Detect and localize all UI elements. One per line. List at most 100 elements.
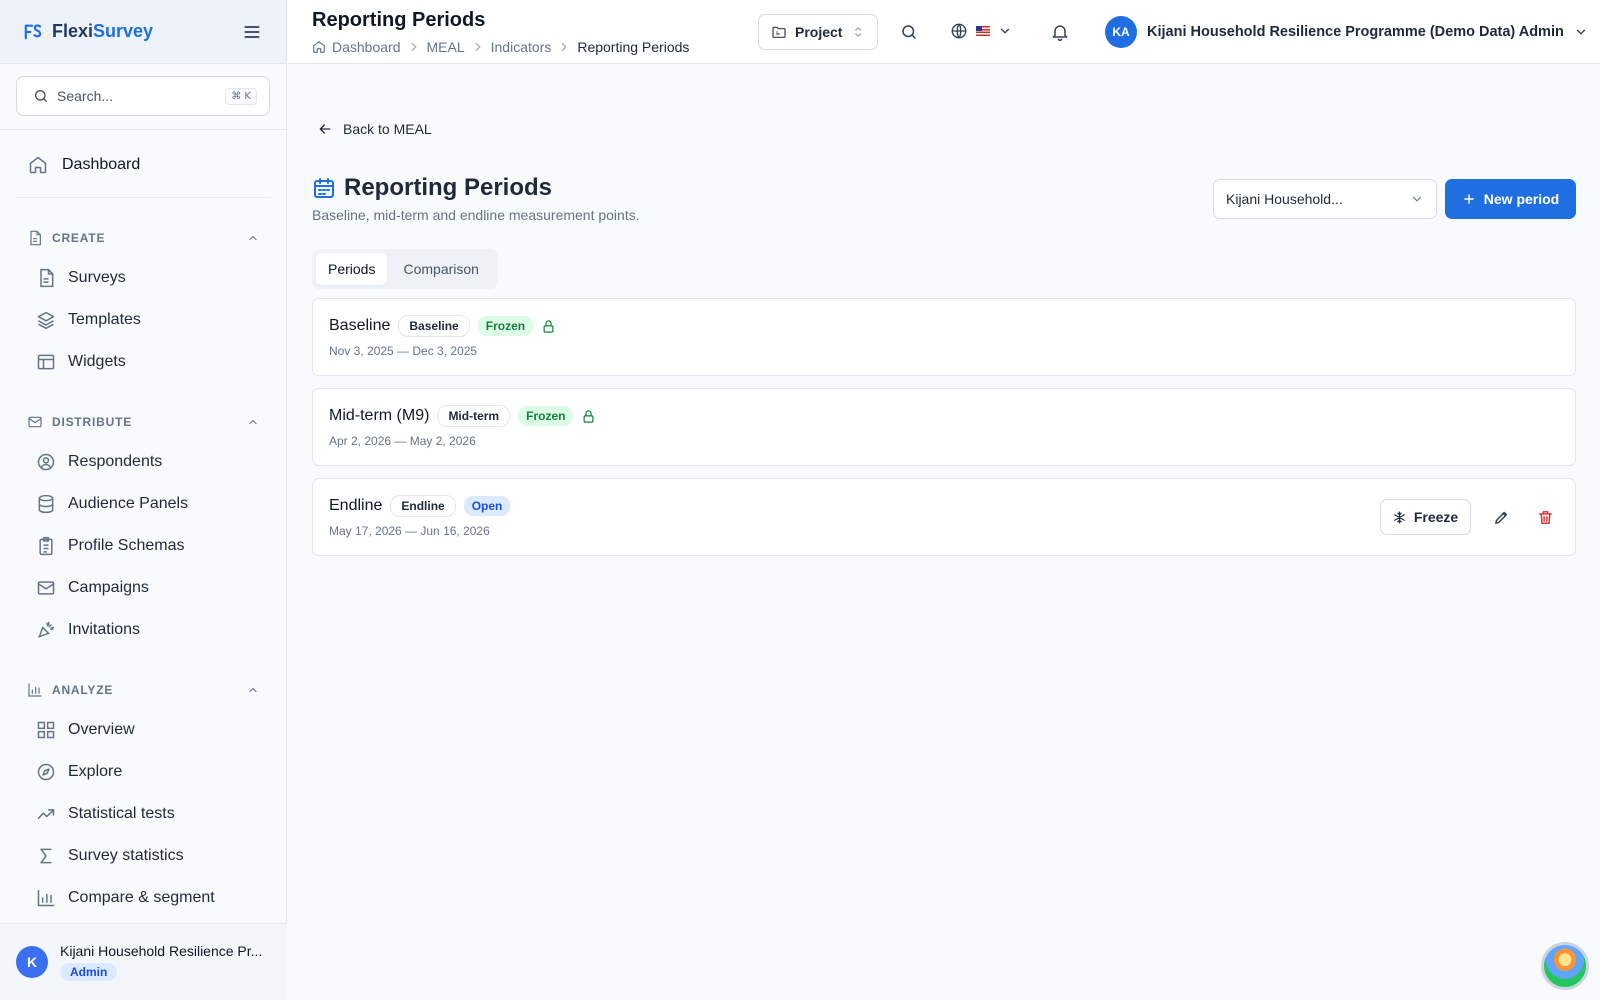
logo[interactable]: FlexiSurvey: [24, 21, 153, 42]
file-text-icon: [40, 268, 54, 288]
page-title-text: Reporting Periods: [344, 174, 553, 201]
language-switcher[interactable]: [950, 22, 1012, 40]
flexisurvey-logo-icon: [24, 23, 42, 39]
section-title: CREATE: [52, 231, 106, 245]
topbar: Reporting Periods Dashboard MEAL Indicat…: [288, 0, 1600, 64]
arrow-left-icon: [319, 124, 331, 134]
section-create-toggle[interactable]: CREATE: [27, 230, 259, 246]
back-link-label: Back to MEAL: [343, 121, 432, 137]
page-subtitle: Baseline, mid-term and endline measureme…: [312, 207, 640, 223]
tab-periods[interactable]: Periods: [316, 253, 388, 285]
sidebar-item-label: Dashboard: [62, 156, 141, 173]
period-dates: Nov 3, 2025 — Dec 3, 2025: [329, 344, 478, 358]
breadcrumb-indicators[interactable]: Indicators: [491, 39, 552, 55]
new-period-label: New period: [1483, 191, 1560, 207]
sidebar-item-label: Invitations: [68, 621, 141, 638]
globe-icon: [951, 23, 967, 39]
sidebar-item-compare-segment[interactable]: Compare & segment: [36, 888, 215, 908]
delete-button[interactable]: [1531, 503, 1559, 531]
sidebar-item-label: Explore: [68, 763, 123, 780]
period-header: Mid-term (M9) Mid-term Frozen: [329, 405, 596, 427]
sidebar-item-widgets[interactable]: Widgets: [36, 352, 126, 372]
project-select-value: Kijani Household...: [1226, 191, 1343, 207]
sidebar-item-explore[interactable]: Explore: [36, 762, 122, 782]
sigma-icon: [40, 848, 52, 864]
sidebar-search-input[interactable]: Search... ⌘ K: [16, 76, 270, 116]
period-header: Endline Endline Open: [329, 495, 511, 517]
sidebar: FlexiSurvey Search... ⌘ K Dashboard CREA…: [0, 0, 287, 1000]
period-dates: Apr 2, 2026 — May 2, 2026: [329, 434, 476, 448]
avatar: KA: [1105, 16, 1137, 48]
search-placeholder: Search...: [57, 88, 114, 104]
tab-comparison[interactable]: Comparison: [391, 253, 490, 285]
chevron-down-icon: [1000, 28, 1010, 34]
period-header: Baseline Baseline Frozen: [329, 315, 556, 337]
edit-button[interactable]: [1487, 503, 1515, 531]
tabs: Periods Comparison: [312, 249, 498, 289]
lock-icon: [583, 409, 594, 423]
sidebar-item-respondents[interactable]: Respondents: [36, 452, 162, 472]
section-title: ANALYZE: [52, 683, 114, 697]
section-analyze-toggle[interactable]: ANALYZE: [27, 682, 259, 698]
period-card-mid-term[interactable]: Mid-term (M9) Mid-term Frozen Apr 2, 202…: [312, 388, 1576, 466]
section-distribute-toggle[interactable]: DISTRIBUTE: [27, 414, 259, 430]
bell-icon[interactable]: [1050, 22, 1070, 42]
breadcrumb-current: Reporting Periods: [577, 39, 690, 55]
sidebar-item-label: Compare & segment: [68, 889, 215, 906]
period-card-baseline[interactable]: Baseline Baseline Frozen Nov 3, 2025 — D…: [312, 298, 1576, 376]
bar-chart-icon: [28, 683, 42, 697]
period-name: Mid-term (M9): [329, 407, 430, 424]
sidebar-item-dashboard[interactable]: Dashboard: [28, 155, 140, 175]
sidebar-item-invitations[interactable]: Invitations: [36, 620, 140, 640]
sidebar-item-label: Overview: [68, 721, 135, 738]
mail-icon: [37, 581, 55, 595]
breadcrumb-dashboard[interactable]: Dashboard: [332, 39, 401, 55]
chevron-down-icon: [1576, 29, 1585, 35]
snowflake-icon: [1394, 510, 1405, 524]
new-period-button[interactable]: New period: [1445, 179, 1576, 219]
period-name: Baseline: [329, 317, 391, 334]
pencil-icon: [1494, 511, 1507, 524]
project-select[interactable]: Kijani Household...: [1213, 179, 1437, 219]
freeze-button[interactable]: Freeze: [1380, 499, 1471, 535]
breadcrumb-meal[interactable]: MEAL: [427, 39, 465, 55]
chevron-right-icon: [561, 42, 567, 52]
period-card-endline[interactable]: Endline Endline Open May 17, 2026 — Jun …: [312, 478, 1576, 556]
sidebar-item-templates[interactable]: Templates: [36, 310, 141, 330]
period-type-badge: Endline: [390, 495, 456, 517]
user-menu[interactable]: KA Kijani Household Resilience Programme…: [1105, 16, 1588, 48]
compass-icon: [37, 763, 55, 781]
search-icon[interactable]: [900, 23, 918, 41]
user-circle-icon: [37, 453, 55, 471]
sidebar-item-audience-panels[interactable]: Audience Panels: [36, 494, 188, 514]
search-shortcut: ⌘ K: [225, 87, 257, 105]
status-badge: Frozen: [477, 316, 534, 336]
sidebar-item-label: Profile Schemas: [68, 537, 185, 554]
breadcrumb: Dashboard MEAL Indicators Reporting Peri…: [312, 39, 689, 55]
period-name: Endline: [329, 497, 383, 514]
sidebar-item-statistical-tests[interactable]: Statistical tests: [36, 804, 175, 824]
lock-icon: [543, 319, 554, 333]
user-info: Kijani Household Resilience Pr... Admin: [60, 943, 270, 981]
party-popper-icon: [38, 621, 55, 638]
assistant-avatar[interactable]: [1541, 942, 1589, 990]
sidebar-item-surveys[interactable]: Surveys: [36, 268, 126, 288]
sidebar-item-label: Widgets: [68, 353, 126, 370]
period-actions: Freeze: [1380, 499, 1559, 535]
divider: [16, 197, 271, 198]
sidebar-item-campaigns[interactable]: Campaigns: [36, 578, 149, 598]
clipboard-list-icon: [39, 536, 53, 556]
sidebar-item-overview[interactable]: Overview: [36, 720, 135, 740]
sidebar-item-profile-schemas[interactable]: Profile Schemas: [36, 536, 185, 556]
project-switcher-button[interactable]: Project: [758, 14, 878, 50]
home-icon[interactable]: [312, 40, 326, 54]
sidebar-user-footer[interactable]: K Kijani Household Resilience Pr... Admi…: [0, 923, 287, 1000]
sidebar-search-wrap: Search... ⌘ K: [0, 64, 286, 130]
chevron-up-icon: [249, 235, 257, 241]
hamburger-menu-icon[interactable]: [242, 22, 262, 42]
sidebar-item-survey-statistics[interactable]: Survey statistics: [36, 846, 184, 866]
sidebar-item-label: Statistical tests: [68, 805, 175, 822]
section-title: DISTRIBUTE: [52, 415, 132, 429]
search-icon: [35, 90, 47, 102]
back-to-meal-link[interactable]: Back to MEAL: [317, 121, 432, 137]
